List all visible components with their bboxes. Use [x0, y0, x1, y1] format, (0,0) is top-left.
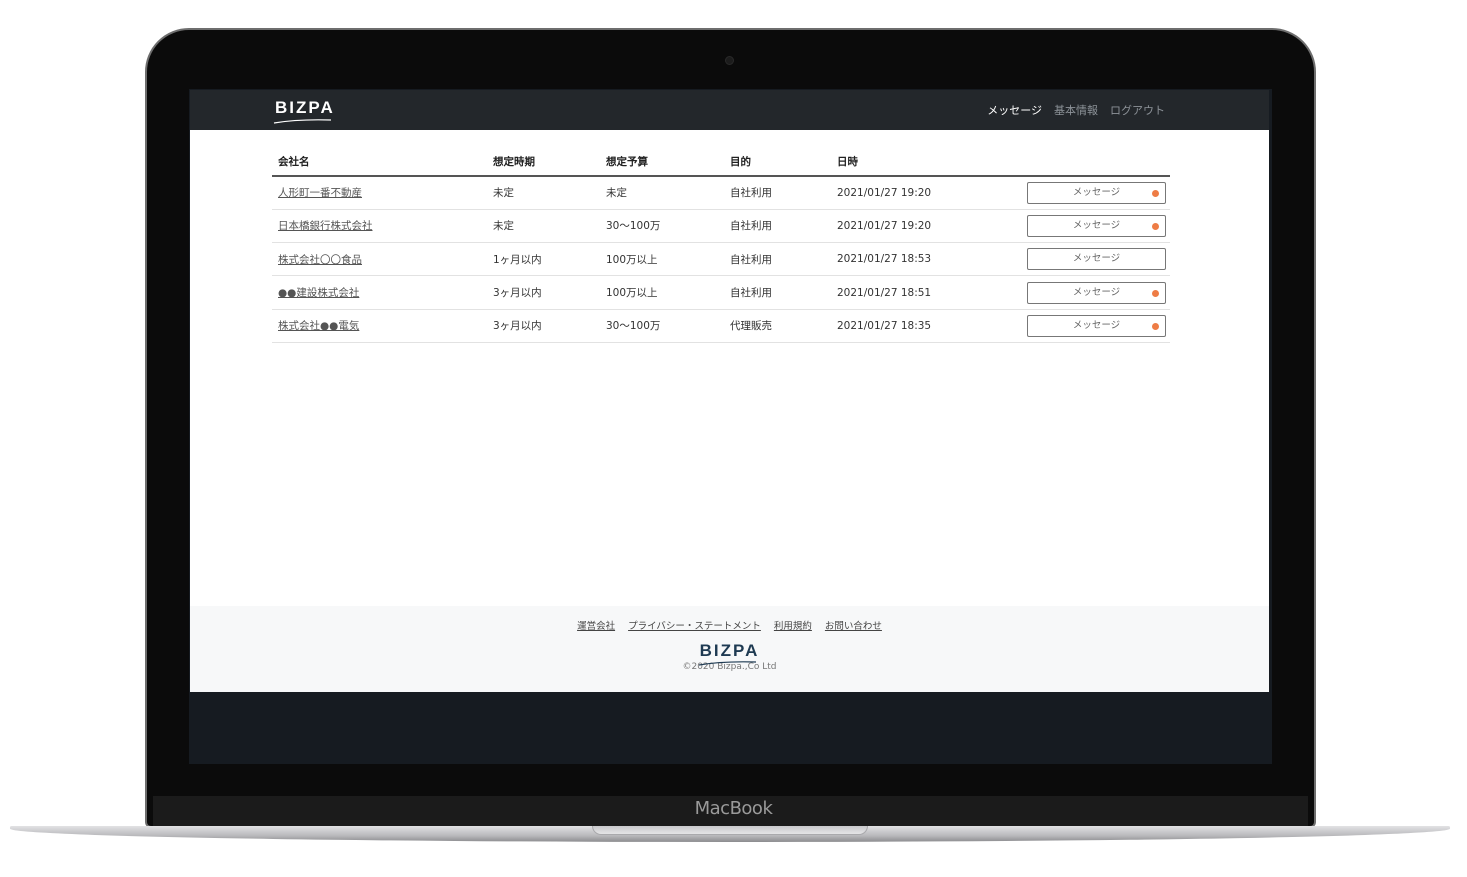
company-link[interactable]: 日本橋銀行株式会社 [278, 220, 373, 232]
message-button[interactable]: メッセージ [1027, 281, 1166, 304]
action-cell: メッセージ [1011, 275, 1170, 310]
action-cell: メッセージ [1011, 176, 1170, 210]
datetime-cell: 2021/01/27 19:20 [831, 209, 1011, 244]
header-action [1011, 148, 1170, 177]
budget-cell: 未定 [600, 176, 724, 210]
nav-logout[interactable]: ログアウト [1110, 102, 1165, 118]
web-app: BIZPA メッセージ 基本情報 ログアウト 会社名 想定時期 想定予算 目的 … [190, 90, 1269, 692]
footer-logo-swash-icon [698, 661, 756, 666]
message-button-label: メッセージ [1072, 319, 1121, 331]
camera-icon [725, 56, 734, 65]
message-button[interactable]: メッセージ [1027, 214, 1166, 237]
footer-link-contact[interactable]: お問い合わせ [825, 618, 882, 632]
purpose-cell: 代理販売 [724, 309, 831, 343]
company-link[interactable]: ●●建設株式会社 [278, 287, 359, 299]
screen: BIZPA メッセージ 基本情報 ログアウト 会社名 想定時期 想定予算 目的 … [189, 89, 1272, 764]
message-button[interactable]: メッセージ [1027, 248, 1166, 271]
table-row: 人形町一番不動産 未定 未定 自社利用 2021/01/27 19:20 メッセージ [272, 176, 1170, 210]
company-link[interactable]: 株式会社●●電気 [278, 320, 359, 332]
footer-link-terms[interactable]: 利用規約 [774, 618, 812, 632]
company-link[interactable]: 株式会社〇〇食品 [278, 254, 362, 266]
message-button-label: メッセージ [1072, 253, 1121, 265]
datetime-cell: 2021/01/27 18:51 [831, 275, 1011, 310]
action-cell: メッセージ [1011, 309, 1170, 343]
purpose-cell: 自社利用 [724, 176, 831, 210]
datetime-cell: 2021/01/27 19:20 [831, 176, 1011, 210]
message-button[interactable]: メッセージ [1027, 314, 1166, 337]
budget-cell: 100万以上 [600, 242, 724, 277]
timing-cell: 1ヶ月以内 [487, 242, 600, 277]
footer-links: 運営会社 プライバシー・ステートメント 利用規約 お問い合わせ [190, 618, 1269, 632]
message-button-label: メッセージ [1072, 286, 1121, 298]
footer-link-company[interactable]: 運営会社 [577, 618, 615, 632]
laptop-mockup: BIZPA メッセージ 基本情報 ログアウト 会社名 想定時期 想定予算 目的 … [0, 0, 1467, 877]
laptop-notch [592, 826, 868, 835]
purpose-cell: 自社利用 [724, 209, 831, 244]
unread-dot-icon [1152, 222, 1159, 230]
header-purpose: 目的 [724, 148, 831, 177]
table-row: 日本橋銀行株式会社 未定 30～100万 自社利用 2021/01/27 19:20 メッ… [272, 209, 1170, 244]
company-cell: 株式会社〇〇食品 [272, 242, 487, 277]
company-cell: 株式会社●●電気 [272, 309, 487, 343]
nav-links: メッセージ 基本情報 ログアウト [987, 102, 1165, 118]
inquiry-table: 会社名 想定時期 想定予算 目的 日時 人形町一番不動産 未定 未定 自社利用 2021… [272, 148, 1170, 343]
message-button[interactable]: メッセージ [1027, 181, 1166, 204]
table-row: 株式会社●●電気 3ヶ月以内 30～100万 代理販売 2021/01/27 18:35… [272, 309, 1170, 343]
navbar: BIZPA メッセージ 基本情報 ログアウト [190, 90, 1269, 130]
company-link[interactable]: 人形町一番不動産 [278, 187, 362, 199]
unread-dot-icon [1152, 289, 1159, 297]
budget-cell: 30～100万 [600, 309, 724, 343]
timing-cell: 3ヶ月以内 [487, 309, 600, 343]
budget-cell: 30～100万 [600, 209, 724, 244]
header-company: 会社名 [272, 148, 487, 177]
unread-dot-icon [1152, 189, 1159, 197]
company-cell: ●●建設株式会社 [272, 275, 487, 310]
table-row: 株式会社〇〇食品 1ヶ月以内 100万以上 自社利用 2021/01/27 18:53 メ… [272, 242, 1170, 277]
logo-swash-icon [273, 119, 332, 124]
footer-logo-text: BIZPA [699, 641, 760, 660]
header-timing: 想定時期 [487, 148, 600, 177]
company-cell: 人形町一番不動産 [272, 176, 487, 210]
table-header-row: 会社名 想定時期 想定予算 目的 日時 [272, 148, 1170, 177]
action-cell: メッセージ [1011, 209, 1170, 244]
message-button-label: メッセージ [1072, 186, 1121, 198]
footer-link-privacy[interactable]: プライバシー・ステートメント [628, 618, 761, 632]
budget-cell: 100万以上 [600, 275, 724, 310]
nav-messages[interactable]: メッセージ [987, 102, 1042, 118]
action-cell: メッセージ [1011, 242, 1170, 277]
device-brand: MacBook [694, 798, 773, 819]
header-budget: 想定予算 [600, 148, 724, 177]
header-datetime: 日時 [831, 148, 1011, 177]
bizpa-logo[interactable]: BIZPA [273, 98, 335, 124]
purpose-cell: 自社利用 [724, 275, 831, 310]
logo-text: BIZPA [275, 98, 335, 117]
nav-basic-info[interactable]: 基本情報 [1054, 102, 1098, 118]
footer: 運営会社 プライバシー・ステートメント 利用規約 お問い合わせ BIZPA ©2… [190, 606, 1269, 692]
timing-cell: 未定 [487, 209, 600, 244]
datetime-cell: 2021/01/27 18:53 [831, 242, 1011, 277]
table-row: ●●建設株式会社 3ヶ月以内 100万以上 自社利用 2021/01/27 18:51 メ… [272, 275, 1170, 310]
timing-cell: 未定 [487, 176, 600, 210]
datetime-cell: 2021/01/27 18:35 [831, 309, 1011, 343]
company-cell: 日本橋銀行株式会社 [272, 209, 487, 244]
unread-dot-icon [1152, 322, 1159, 330]
timing-cell: 3ヶ月以内 [487, 275, 600, 310]
footer-logo: BIZPA [698, 641, 760, 666]
purpose-cell: 自社利用 [724, 242, 831, 277]
message-button-label: メッセージ [1072, 219, 1121, 231]
